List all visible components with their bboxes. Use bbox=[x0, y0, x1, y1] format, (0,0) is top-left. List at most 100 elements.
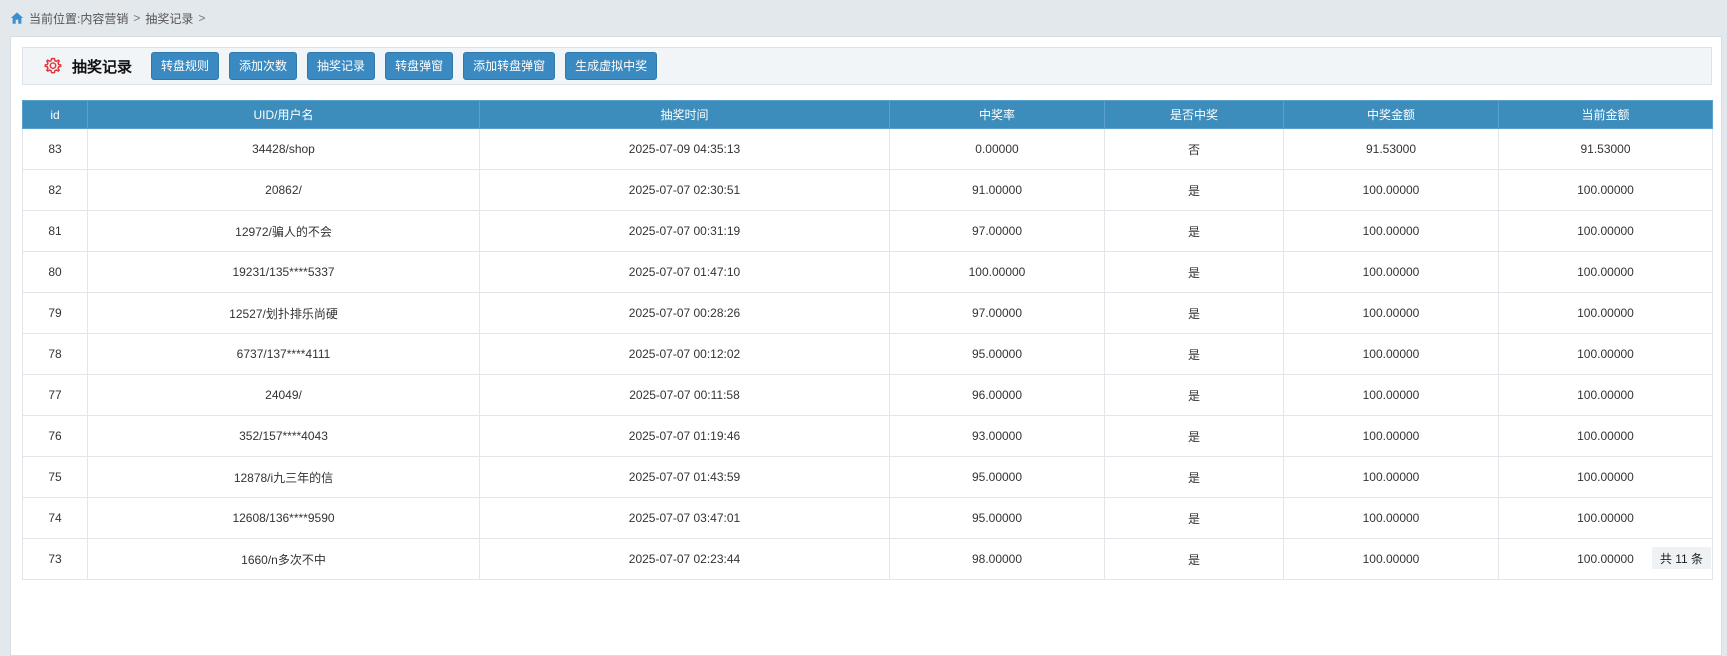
table-header-row: id UID/用户名 抽奖时间 中奖率 是否中奖 中奖金额 当前金额 bbox=[22, 100, 1713, 129]
cell-win-rate: 97.00000 bbox=[889, 292, 1105, 334]
cell-draw-time: 2025-07-07 00:12:02 bbox=[479, 333, 890, 375]
content-panel: 抽奖记录 转盘规则 添加次数 抽奖记录 转盘弹窗 添加转盘弹窗 生成虚拟中奖 i… bbox=[10, 36, 1722, 656]
cell-is-winner: 是 bbox=[1104, 210, 1284, 252]
cell-uid: 1660/n多次不中 bbox=[87, 538, 480, 580]
cell-uid: 12972/骗人的不会 bbox=[87, 210, 480, 252]
toolbar: 抽奖记录 转盘规则 添加次数 抽奖记录 转盘弹窗 添加转盘弹窗 生成虚拟中奖 bbox=[22, 47, 1712, 85]
cell-current-amount: 100.00000 bbox=[1498, 251, 1713, 293]
breadcrumb-prefix: 当前位置: bbox=[29, 11, 81, 26]
add-wheel-popup-button[interactable]: 添加转盘弹窗 bbox=[463, 52, 556, 80]
cell-id: 73 bbox=[22, 538, 88, 580]
cell-is-winner: 是 bbox=[1104, 538, 1284, 580]
add-chances-button[interactable]: 添加次数 bbox=[229, 52, 298, 80]
cell-id: 75 bbox=[22, 456, 88, 498]
cell-win-rate: 100.00000 bbox=[889, 251, 1105, 293]
cell-uid: 12527/划扑排乐尚硬 bbox=[87, 292, 480, 334]
table-row: 73 1660/n多次不中 2025-07-07 02:23:44 98.00000 是… bbox=[22, 538, 1713, 580]
cell-current-amount: 100.00000 bbox=[1498, 497, 1713, 539]
total-count: 共 11 条 bbox=[1652, 547, 1711, 569]
cell-current-amount: 100.00000 bbox=[1498, 374, 1713, 416]
cell-current-amount: 100.00000 bbox=[1498, 333, 1713, 375]
cell-id: 76 bbox=[22, 415, 88, 457]
table-row: 83 34428/shop 2025-07-09 04:35:13 0.00000 否 9… bbox=[22, 128, 1713, 170]
column-header-id: id bbox=[22, 100, 88, 129]
cell-id: 77 bbox=[22, 374, 88, 416]
cell-prize-amount: 91.53000 bbox=[1283, 128, 1499, 170]
cell-win-rate: 91.00000 bbox=[889, 169, 1105, 211]
table-row: 79 12527/划扑排乐尚硬 2025-07-07 00:28:26 97.0000… bbox=[22, 292, 1713, 334]
cell-is-winner: 是 bbox=[1104, 169, 1284, 211]
cell-id: 82 bbox=[22, 169, 88, 211]
table-row: 82 20862/2025-07-07 02:30:51 91.00000 是 100.… bbox=[22, 169, 1713, 211]
cell-win-rate: 97.00000 bbox=[889, 210, 1105, 252]
breadcrumb-separator: > bbox=[198, 11, 206, 25]
cell-is-winner: 是 bbox=[1104, 292, 1284, 334]
column-header-is-winner: 是否中奖 bbox=[1104, 100, 1284, 129]
breadcrumb: 当前位置: 内容营销 > 抽奖记录 > bbox=[10, 9, 210, 27]
cell-draw-time: 2025-07-09 04:35:13 bbox=[479, 128, 890, 170]
page-title: 抽奖记录 bbox=[72, 58, 133, 76]
cell-prize-amount: 100.00000 bbox=[1283, 538, 1499, 580]
cell-id: 74 bbox=[22, 497, 88, 539]
breadcrumb-item-content-marketing[interactable]: 内容营销 bbox=[80, 10, 128, 27]
cell-draw-time: 2025-07-07 01:19:46 bbox=[479, 415, 890, 457]
cell-prize-amount: 100.00000 bbox=[1283, 374, 1499, 416]
cell-id: 78 bbox=[22, 333, 88, 375]
cell-id: 83 bbox=[22, 128, 88, 170]
cell-is-winner: 是 bbox=[1104, 251, 1284, 293]
wheel-popup-button[interactable]: 转盘弹窗 bbox=[385, 52, 454, 80]
cell-prize-amount: 100.00000 bbox=[1283, 333, 1499, 375]
breadcrumb-item-lottery-records[interactable]: 抽奖记录 bbox=[145, 10, 193, 27]
cell-uid: 6737/137****4111 bbox=[87, 333, 480, 375]
cell-uid: 20862/ bbox=[87, 169, 480, 211]
cell-draw-time: 2025-07-07 02:30:51 bbox=[479, 169, 890, 211]
cell-uid: 24049/ bbox=[87, 374, 480, 416]
cell-win-rate: 95.00000 bbox=[889, 333, 1105, 375]
cell-draw-time: 2025-07-07 00:28:26 bbox=[479, 292, 890, 334]
cell-uid: 19231/135****5337 bbox=[87, 251, 480, 293]
cell-prize-amount: 100.00000 bbox=[1283, 456, 1499, 498]
cell-win-rate: 98.00000 bbox=[889, 538, 1105, 580]
cell-prize-amount: 100.00000 bbox=[1283, 210, 1499, 252]
cell-current-amount: 100.00000 bbox=[1498, 210, 1713, 252]
cell-win-rate: 96.00000 bbox=[889, 374, 1105, 416]
table-row: 77 24049/2025-07-07 00:11:58 96.00000 是 100.… bbox=[22, 374, 1713, 416]
cell-prize-amount: 100.00000 bbox=[1283, 169, 1499, 211]
cell-draw-time: 2025-07-07 00:11:58 bbox=[479, 374, 890, 416]
generate-virtual-win-button[interactable]: 生成虚拟中奖 bbox=[565, 52, 658, 80]
cell-prize-amount: 100.00000 bbox=[1283, 497, 1499, 539]
cell-draw-time: 2025-07-07 01:47:10 bbox=[479, 251, 890, 293]
gear-icon bbox=[44, 57, 62, 74]
lottery-records-button[interactable]: 抽奖记录 bbox=[307, 52, 376, 80]
cell-current-amount: 100.00000 bbox=[1498, 415, 1713, 457]
column-header-current-amount: 当前金额 bbox=[1498, 100, 1713, 129]
cell-uid: 352/157****4043 bbox=[87, 415, 480, 457]
cell-win-rate: 95.00000 bbox=[889, 497, 1105, 539]
cell-prize-amount: 100.00000 bbox=[1283, 292, 1499, 334]
cell-draw-time: 2025-07-07 02:23:44 bbox=[479, 538, 890, 580]
table-row: 78 6737/137****4111 2025-07-07 00:12:02 95.… bbox=[22, 333, 1713, 375]
cell-is-winner: 是 bbox=[1104, 497, 1284, 539]
cell-id: 79 bbox=[22, 292, 88, 334]
cell-is-winner: 是 bbox=[1104, 374, 1284, 416]
cell-current-amount: 100.00000 bbox=[1498, 169, 1713, 211]
records-table: id UID/用户名 抽奖时间 中奖率 是否中奖 中奖金额 当前金额 83 344… bbox=[22, 100, 1713, 580]
wheel-rules-button[interactable]: 转盘规则 bbox=[151, 52, 220, 80]
table-row: 76 352/157****4043 2025-07-07 01:19:46 93.0… bbox=[22, 415, 1713, 457]
breadcrumb-separator: > bbox=[133, 11, 141, 25]
column-header-uid: UID/用户名 bbox=[87, 100, 480, 129]
cell-prize-amount: 100.00000 bbox=[1283, 415, 1499, 457]
cell-draw-time: 2025-07-07 01:43:59 bbox=[479, 456, 890, 498]
cell-is-winner: 是 bbox=[1104, 415, 1284, 457]
table-row: 81 12972/骗人的不会 2025-07-07 00:31:19 97.00000… bbox=[22, 210, 1713, 252]
table-row: 74 12608/136****9590 2025-07-07 03:47:01 95… bbox=[22, 497, 1713, 539]
cell-uid: 12608/136****9590 bbox=[87, 497, 480, 539]
cell-win-rate: 0.00000 bbox=[889, 128, 1105, 170]
table-row: 75 12878/i九三年的信 2025-07-07 01:43:59 95.0000… bbox=[22, 456, 1713, 498]
column-header-draw-time: 抽奖时间 bbox=[479, 100, 890, 129]
cell-current-amount: 100.00000 bbox=[1498, 456, 1713, 498]
cell-is-winner: 是 bbox=[1104, 456, 1284, 498]
table-body: 83 34428/shop 2025-07-09 04:35:13 0.00000 否 9… bbox=[22, 128, 1713, 580]
cell-win-rate: 93.00000 bbox=[889, 415, 1105, 457]
column-header-prize-amount: 中奖金额 bbox=[1283, 100, 1499, 129]
